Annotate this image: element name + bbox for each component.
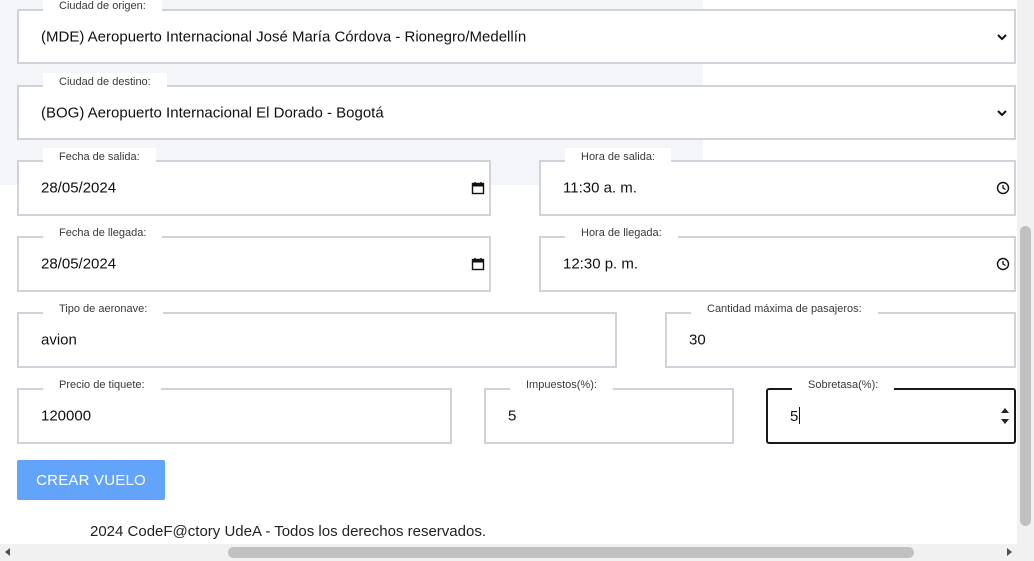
departure-time-input[interactable]: Hora de salida: 11:30 a. m.: [539, 148, 1016, 216]
vertical-scroll-thumb[interactable]: [1020, 226, 1031, 526]
origin-label: Ciudad de origen:: [43, 0, 162, 15]
aircraft-type-input[interactable]: Tipo de aeronave: avion: [17, 300, 617, 368]
arrival-date-value: 28/05/2024: [41, 255, 117, 273]
calendar-icon[interactable]: [471, 257, 485, 271]
calendar-icon[interactable]: [471, 181, 485, 195]
departure-date-label: Fecha de salida:: [43, 148, 156, 166]
arrival-date-label: Fecha de llegada:: [43, 224, 163, 242]
surcharge-label: Sobretasa(%):: [792, 376, 895, 394]
ticket-price-label: Precio de tiquete:: [43, 376, 161, 394]
vertical-scrollbar[interactable]: [1017, 0, 1034, 544]
scroll-left-arrow-icon[interactable]: [5, 548, 10, 556]
arrival-time-value: 12:30 p. m.: [563, 255, 639, 273]
spinner-icon[interactable]: [1000, 405, 1010, 427]
ticket-price-input[interactable]: Precio de tiquete: 120000: [17, 376, 452, 444]
destination-value: (BOG) Aeropuerto Internacional El Dorado…: [41, 104, 384, 121]
taxes-label: Impuestos(%):: [510, 376, 613, 394]
clock-icon[interactable]: [996, 257, 1010, 271]
taxes-value: 5: [508, 407, 517, 425]
max-passengers-label: Cantidad máxima de pasajeros:: [691, 300, 878, 318]
arrival-date-input[interactable]: Fecha de llegada: 28/05/2024: [17, 224, 491, 292]
departure-date-value: 28/05/2024: [41, 179, 117, 197]
ticket-price-value: 120000: [41, 407, 92, 425]
surcharge-input[interactable]: Sobretasa(%): 5: [766, 376, 1016, 444]
aircraft-type-value: avion: [41, 331, 77, 349]
scroll-right-arrow-icon[interactable]: [1007, 548, 1012, 556]
origin-select[interactable]: Ciudad de origen: (MDE) Aeropuerto Inter…: [17, 0, 1016, 64]
destination-select[interactable]: Ciudad de destino: (BOG) Aeropuerto Inte…: [17, 73, 1016, 140]
horizontal-scroll-thumb[interactable]: [228, 547, 914, 558]
destination-label: Ciudad de destino:: [43, 73, 167, 91]
chevron-down-icon[interactable]: [996, 31, 1008, 43]
taxes-input[interactable]: Impuestos(%): 5: [484, 376, 734, 444]
departure-date-input[interactable]: Fecha de salida: 28/05/2024: [17, 148, 491, 216]
origin-value: (MDE) Aeropuerto Internacional José Marí…: [41, 28, 527, 45]
text-caret: [799, 407, 801, 424]
departure-time-value: 11:30 a. m.: [563, 179, 637, 197]
footer-text: 2024 CodeF@ctory UdeA - Todos los derech…: [90, 523, 486, 540]
arrival-time-label: Hora de llegada:: [565, 224, 678, 242]
arrival-time-input[interactable]: Hora de llegada: 12:30 p. m.: [539, 224, 1016, 292]
surcharge-value: 5: [790, 407, 801, 425]
departure-time-label: Hora de salida:: [565, 148, 671, 166]
aircraft-type-label: Tipo de aeronave:: [43, 300, 164, 318]
max-passengers-input[interactable]: Cantidad máxima de pasajeros: 30: [665, 300, 1016, 368]
create-flight-button[interactable]: CREAR VUELO: [17, 460, 165, 500]
chevron-down-icon[interactable]: [996, 107, 1008, 119]
max-passengers-value: 30: [689, 331, 706, 349]
horizontal-scrollbar[interactable]: [0, 544, 1034, 561]
clock-icon[interactable]: [996, 181, 1010, 195]
